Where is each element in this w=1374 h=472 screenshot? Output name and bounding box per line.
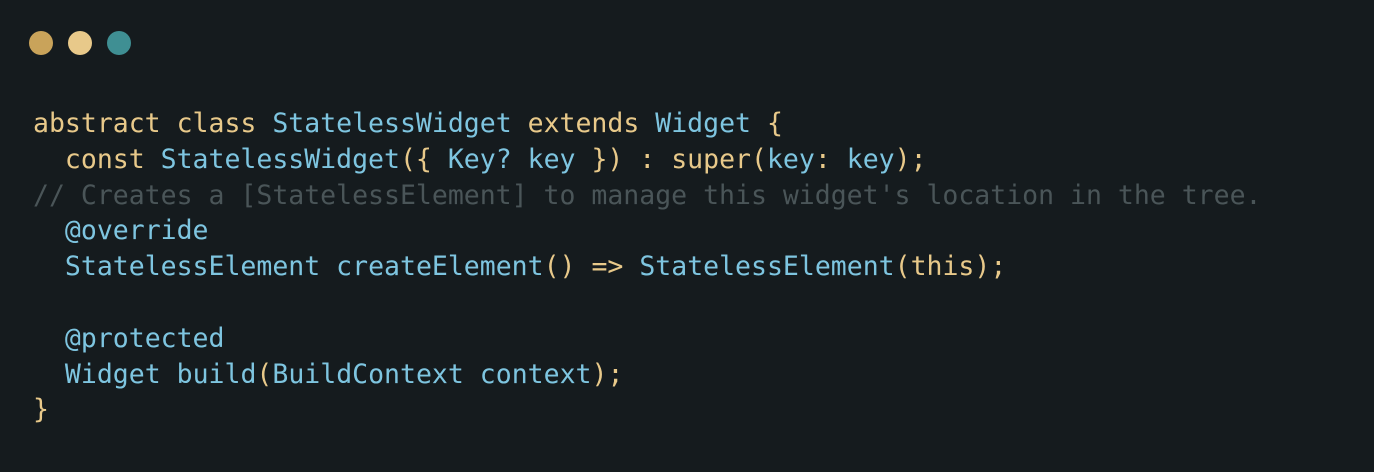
code-token-punct: ); — [591, 358, 624, 390]
code-line: // Creates a [StatelessElement] to manag… — [33, 178, 1262, 214]
code-token-punct: ({ — [399, 143, 448, 175]
code-token-type: StatelessWidget — [272, 108, 512, 139]
code-token-type: Widget — [64, 358, 161, 390]
code-token-annotation: @override — [64, 215, 209, 247]
code-token-plain: }) : super( — [575, 143, 767, 175]
code-token-punct: { — [750, 108, 783, 139]
code-line: @protected — [33, 321, 1262, 357]
code-line: Widget build(BuildContext context); — [33, 357, 1262, 393]
code-token-keyword: const — [33, 143, 161, 175]
code-token-type: Widget — [655, 108, 751, 139]
code-token-punct: () => — [543, 251, 640, 283]
code-block: abstract class StatelessWidget extends W… — [33, 106, 1262, 428]
code-line: abstract class StatelessWidget extends W… — [33, 106, 1262, 142]
code-token-plain: (this); — [894, 251, 1007, 283]
code-token-punct: ( — [256, 358, 273, 390]
window-controls — [29, 31, 131, 55]
close-button-icon[interactable] — [29, 31, 53, 55]
code-token-punct: } — [33, 394, 49, 426]
code-token-punct: ); — [894, 143, 927, 175]
code-token-punct: : — [814, 143, 847, 175]
code-token-annotation: @protected — [64, 322, 225, 354]
code-line: } — [33, 392, 1262, 428]
code-token-type: createElement — [336, 251, 544, 283]
code-line: StatelessElement createElement() => Stat… — [33, 249, 1262, 285]
code-token-param: key — [846, 143, 895, 175]
minimize-button-icon[interactable] — [68, 31, 92, 55]
code-line: const StatelessWidget({ Key? key }) : su… — [33, 142, 1262, 178]
code-token-comment: // Creates a [StatelessElement] to manag… — [33, 179, 1262, 211]
code-token-type: StatelessElement — [64, 251, 321, 283]
code-line: @override — [33, 213, 1262, 249]
code-token-type: StatelessWidget — [160, 143, 400, 175]
code-token-type: StatelessElement — [639, 251, 895, 283]
code-token-type: Key? key — [447, 143, 576, 175]
code-window: abstract class StatelessWidget extends W… — [0, 0, 1374, 472]
maximize-button-icon[interactable] — [107, 31, 131, 55]
code-token-type: BuildContext — [272, 358, 464, 390]
code-token-type: context — [479, 358, 592, 390]
code-token-keyword: abstract class — [33, 108, 273, 139]
code-token-keyword: extends — [511, 108, 656, 139]
code-token-type: build — [176, 358, 257, 390]
code-token-param: key — [766, 143, 815, 175]
